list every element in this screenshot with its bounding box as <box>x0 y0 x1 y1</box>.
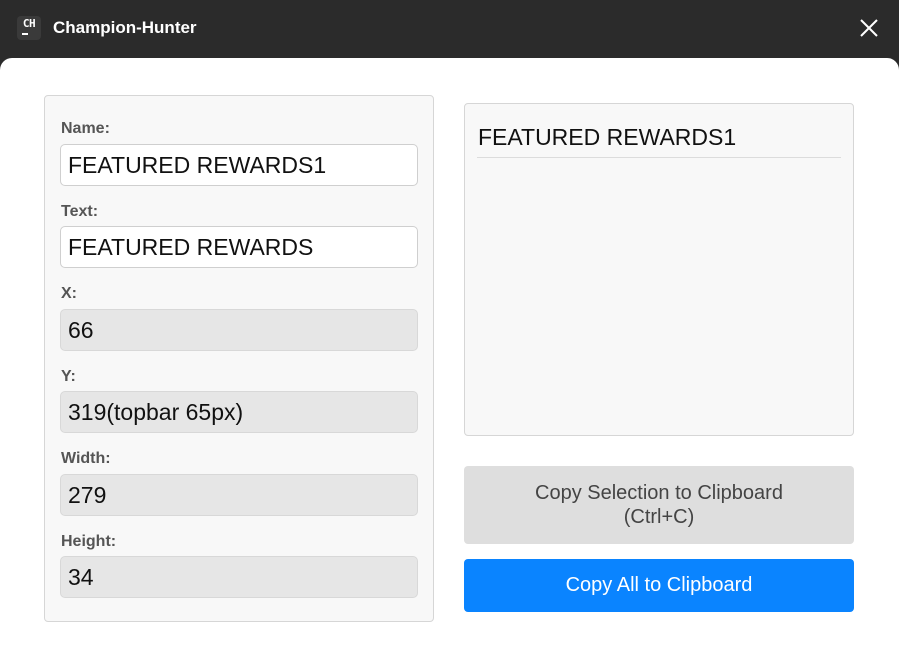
window-title: Champion-Hunter <box>53 18 197 37</box>
title-bar[interactable]: CH Champion-Hunter <box>0 0 899 58</box>
x-field[interactable] <box>60 309 418 351</box>
text-field[interactable] <box>60 226 418 268</box>
text-label: Text: <box>61 203 99 220</box>
name-label: Name: <box>61 120 110 137</box>
list-item-divider <box>477 157 841 158</box>
list-item[interactable]: FEATURED REWARDS1 <box>478 124 736 151</box>
copy-selection-shortcut: (Ctrl+C) <box>623 506 695 528</box>
height-label: Height: <box>61 533 117 550</box>
name-field[interactable] <box>60 144 418 186</box>
y-label: Y: <box>61 368 76 385</box>
y-field[interactable] <box>60 391 418 433</box>
app-logo-underline <box>22 33 28 35</box>
x-label: X: <box>61 285 77 302</box>
width-label: Width: <box>61 450 111 467</box>
copy-selection-button[interactable]: Copy Selection to Clipboard (Ctrl+C) <box>464 466 854 544</box>
app-logo-text: CH <box>22 17 36 30</box>
close-icon[interactable] <box>857 16 881 40</box>
height-field[interactable] <box>60 556 418 598</box>
width-field[interactable] <box>60 474 418 516</box>
app-window: CH Champion-Hunter Name: Text: X: Y: Wid… <box>0 0 899 658</box>
main-content: Name: Text: X: Y: Width: Height: FEATURE… <box>0 58 899 658</box>
copy-selection-label: Copy Selection to Clipboard <box>535 482 783 504</box>
copy-all-button[interactable]: Copy All to Clipboard <box>464 559 854 612</box>
app-logo-icon: CH <box>17 16 41 40</box>
properties-panel: Name: Text: X: Y: Width: Height: <box>44 95 434 622</box>
output-list[interactable]: FEATURED REWARDS1 <box>464 103 854 436</box>
